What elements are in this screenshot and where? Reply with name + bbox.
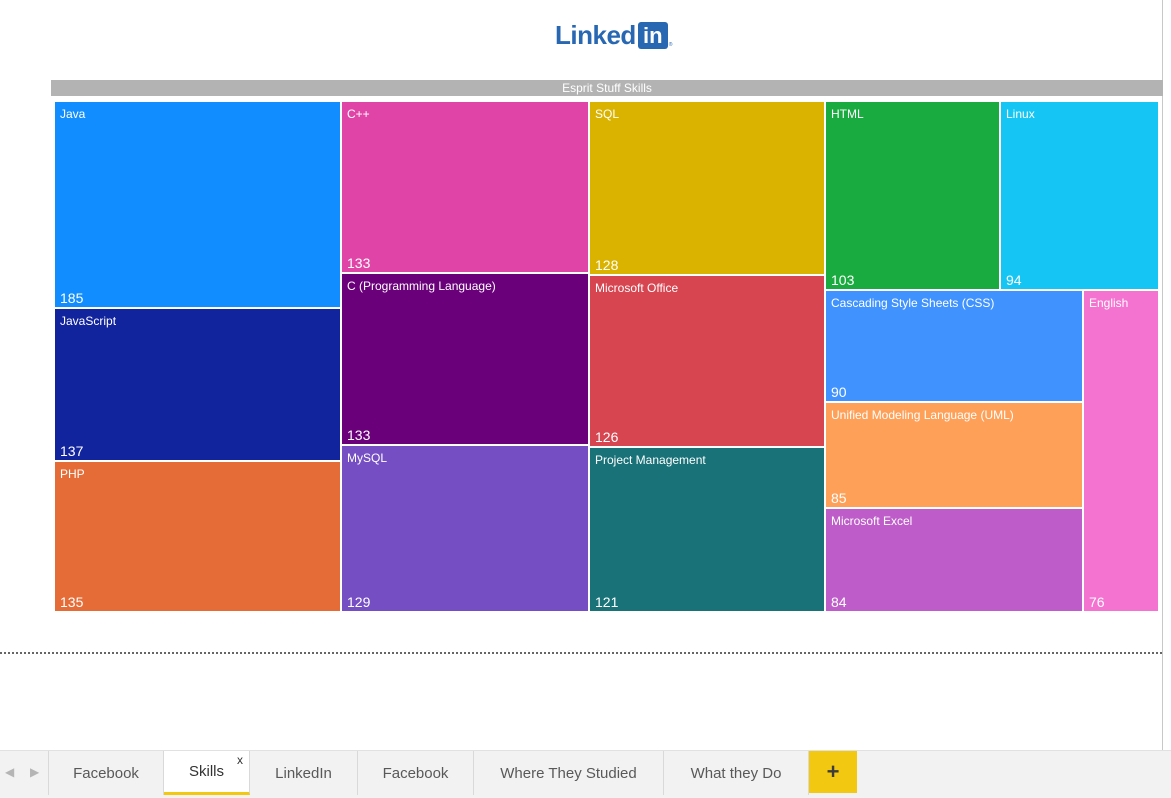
logo-in-box: in	[637, 22, 668, 49]
treemap-tile[interactable]: Microsoft Excel 84	[825, 508, 1083, 612]
tile-value: 126	[595, 429, 619, 445]
prev-page-icon[interactable]: ◀	[5, 765, 14, 779]
tile-label: PHP	[60, 467, 85, 481]
tile-value: 129	[347, 594, 371, 610]
tab-what-they-do[interactable]: What they Do	[664, 751, 809, 795]
add-page-button[interactable]: +	[809, 751, 857, 793]
tile-value: 137	[60, 443, 84, 459]
treemap-tile[interactable]: Linux 94	[1000, 101, 1159, 290]
tile-value: 76	[1089, 594, 1105, 610]
tab-where-they-studied[interactable]: Where They Studied	[474, 751, 664, 795]
skills-treemap[interactable]: Java 185 JavaScript 137 PHP 135 C++ 133 C (Progr…	[54, 101, 1159, 612]
tile-value: 90	[831, 384, 847, 400]
tab-label: Facebook	[382, 764, 449, 782]
treemap-tile[interactable]: Microsoft Office 126	[589, 275, 825, 447]
tile-label: Project Management	[595, 453, 706, 467]
tab-label: What they Do	[690, 764, 782, 782]
treemap-tile[interactable]: C++ 133	[341, 101, 589, 273]
tile-value: 121	[595, 594, 619, 610]
tile-value: 85	[831, 490, 847, 506]
tab-label: Skills	[188, 763, 224, 780]
tile-label: English	[1089, 296, 1129, 310]
treemap-tile[interactable]: MySQL 129	[341, 445, 589, 612]
tile-label: JavaScript	[60, 314, 117, 328]
treemap-tile[interactable]: Project Management 121	[589, 447, 825, 612]
tile-value: 94	[1006, 272, 1022, 288]
treemap-tile[interactable]: PHP 135	[54, 461, 341, 612]
tile-value: 128	[595, 257, 619, 273]
tile-label: Java	[60, 107, 86, 121]
tab-skills[interactable]: Skills x	[164, 751, 250, 795]
tab-facebook-2[interactable]: Facebook	[358, 751, 474, 795]
tile-label: Unified Modeling Language (UML)	[831, 408, 1014, 422]
tab-linkedin[interactable]: LinkedIn	[250, 751, 358, 795]
tab-label: Where They Studied	[500, 764, 637, 782]
logo-text: Linked	[555, 20, 636, 50]
treemap-tile[interactable]: English 76	[1083, 290, 1159, 612]
treemap-tile[interactable]: Cascading Style Sheets (CSS) 90	[825, 290, 1083, 402]
tile-label: C++	[347, 107, 370, 121]
treemap-tile[interactable]: HTML 103	[825, 101, 1000, 290]
tile-value: 133	[347, 427, 371, 443]
treemap-tile[interactable]: Java 185	[54, 101, 341, 308]
tile-label: Microsoft Office	[595, 281, 679, 295]
chart-title: Esprit Stuff Skills	[51, 80, 1163, 96]
linkedin-logo: Linked in ®	[555, 20, 672, 50]
page-divider	[0, 652, 1162, 654]
tile-label: Cascading Style Sheets (CSS)	[831, 296, 995, 310]
tile-value: 84	[831, 594, 847, 610]
treemap-tile[interactable]: C (Programming Language) 133	[341, 273, 589, 445]
page-tab-bar: ◀ ▶ Facebook Skills x LinkedIn Facebook …	[0, 750, 1171, 798]
close-tab-icon[interactable]: x	[237, 753, 243, 767]
tile-value: 103	[831, 272, 855, 288]
tab-facebook[interactable]: Facebook	[48, 751, 164, 795]
tab-label: Facebook	[73, 764, 139, 782]
tile-label: C (Programming Language)	[347, 279, 496, 293]
tile-value: 185	[60, 290, 84, 306]
treemap-tile[interactable]: Unified Modeling Language (UML) 85	[825, 402, 1083, 508]
treemap-tile[interactable]: JavaScript 137	[54, 308, 341, 461]
tab-label: LinkedIn	[275, 764, 332, 782]
logo-registered-mark: ®	[668, 42, 673, 48]
tile-label: Linux	[1006, 107, 1035, 121]
tile-label: Microsoft Excel	[831, 514, 913, 528]
tile-label: MySQL	[347, 451, 388, 465]
next-page-icon[interactable]: ▶	[30, 765, 39, 779]
plus-icon: +	[826, 759, 840, 784]
canvas-right-edge	[1162, 0, 1163, 750]
tile-value: 135	[60, 594, 84, 610]
tile-label: HTML	[831, 107, 864, 121]
treemap-tile[interactable]: SQL 128	[589, 101, 825, 275]
tile-label: SQL	[595, 107, 620, 121]
tile-value: 133	[347, 255, 371, 271]
